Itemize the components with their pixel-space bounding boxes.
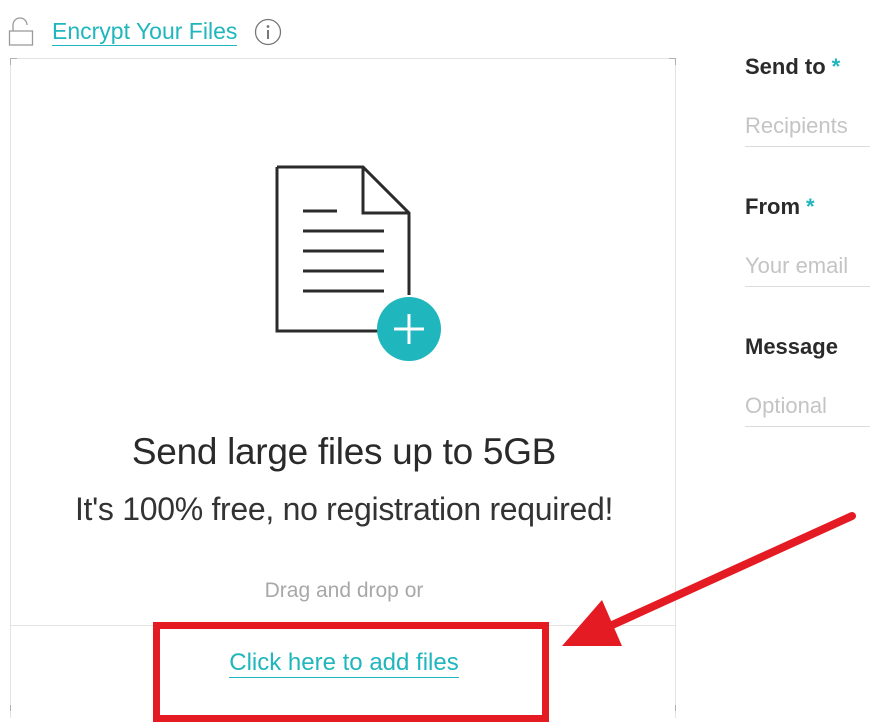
recipients-input[interactable]: [745, 106, 870, 147]
from-label: From *: [745, 194, 815, 219]
message-label: Message: [745, 334, 838, 359]
drag-drop-text: Drag and drop or: [264, 579, 424, 602]
info-icon[interactable]: [253, 17, 283, 47]
from-field: From *: [745, 190, 870, 330]
encrypt-row: Encrypt Your Files: [8, 14, 283, 50]
document-add-icon[interactable]: [269, 165, 449, 375]
encrypt-files-link[interactable]: Encrypt Your Files: [52, 18, 238, 46]
email-input[interactable]: [745, 246, 870, 287]
send-to-field: Send to *: [745, 50, 870, 190]
dropzone-divider: [11, 625, 675, 626]
upload-dropzone[interactable]: Send large files up to 5GB It's 100% fre…: [10, 58, 676, 718]
add-files-link[interactable]: Click here to add files: [229, 649, 459, 678]
message-field: Message: [745, 330, 870, 470]
required-mark: *: [831, 54, 841, 79]
transfer-form: Send to* From* Message: [745, 50, 870, 470]
lock-open-icon[interactable]: [8, 17, 34, 47]
required-mark: *: [806, 194, 815, 219]
upload-subhead: It's 100% free, no registration required…: [74, 491, 614, 527]
message-input[interactable]: [745, 386, 870, 427]
corner-mark: [10, 58, 17, 65]
upload-headline: Send large files up to 5GB: [131, 431, 557, 472]
send-to-label: Send to *: [745, 54, 841, 79]
corner-mark: [669, 58, 676, 65]
add-files-row: Click here to add files: [11, 649, 677, 678]
